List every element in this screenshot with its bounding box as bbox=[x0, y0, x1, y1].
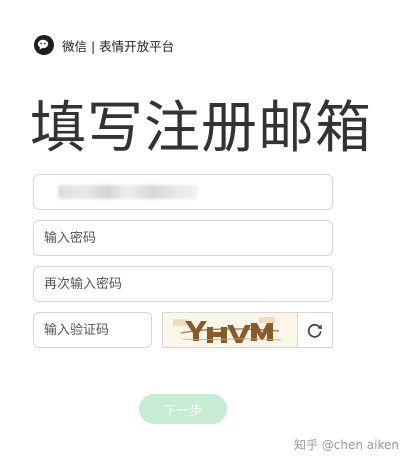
confirm-password-field[interactable] bbox=[44, 276, 332, 292]
verification-code-field[interactable] bbox=[44, 322, 151, 338]
confirm-password-field-container bbox=[33, 266, 333, 302]
wechat-logo-icon bbox=[34, 35, 54, 55]
page-title: 填写注册邮箱 bbox=[30, 95, 372, 161]
brand-text: 微信 | 表情开放平台 bbox=[62, 38, 175, 54]
captcha bbox=[162, 312, 333, 348]
password-field[interactable] bbox=[44, 230, 332, 246]
next-button[interactable]: 下一步 bbox=[139, 394, 227, 424]
verification-code-field-container bbox=[33, 312, 152, 348]
password-field-container bbox=[33, 220, 333, 256]
captcha-image[interactable] bbox=[163, 313, 297, 347]
brand: 微信 | 表情开放平台 bbox=[34, 35, 174, 55]
email-value-obscured bbox=[58, 185, 198, 199]
refresh-icon bbox=[307, 323, 322, 338]
watermark: 知乎 @chen aiken bbox=[293, 438, 399, 452]
captcha-refresh-button[interactable] bbox=[297, 313, 332, 347]
email-field[interactable] bbox=[33, 174, 333, 210]
